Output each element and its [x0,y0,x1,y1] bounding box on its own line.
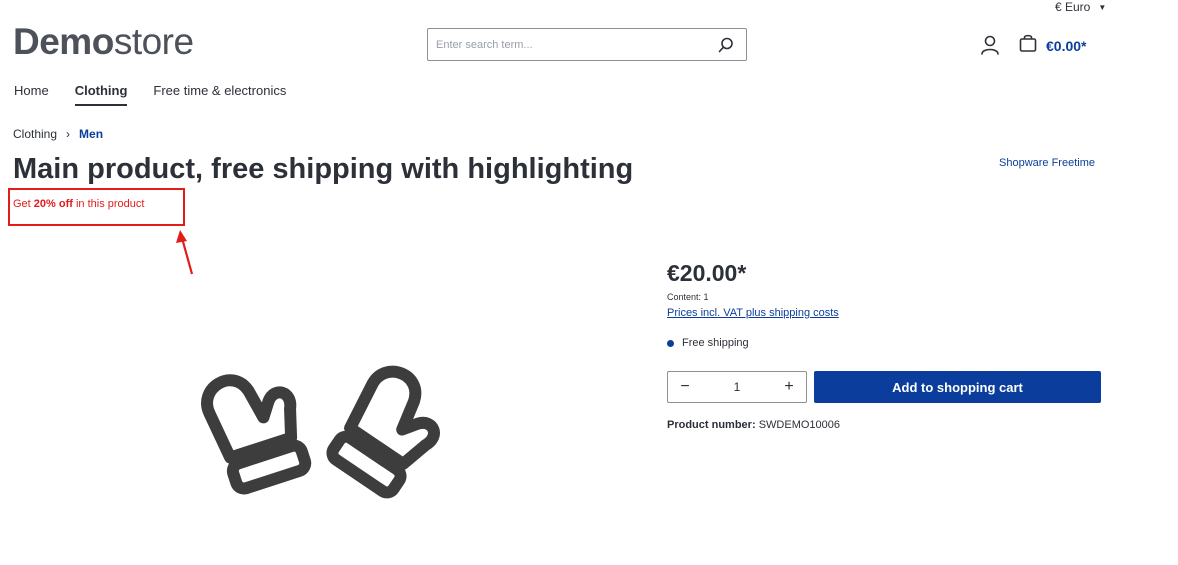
cart-total: €0.00* [1046,37,1087,54]
logo-bold: Demo [13,21,114,62]
delivery-info: Free shipping [667,337,749,349]
main-navigation: Home Clothing Free time & electronics [14,83,286,106]
currency-selector[interactable]: € Euro ▼ [1055,0,1106,14]
price-note-link[interactable]: Prices incl. VAT plus shipping costs [667,307,839,319]
nav-item-home[interactable]: Home [14,83,49,106]
annotation-arrow-icon [175,228,197,283]
product-price: €20.00* [667,260,747,286]
nav-item-clothing[interactable]: Clothing [74,83,128,106]
shipping-label: Free shipping [682,337,749,349]
chevron-right-icon: › [66,127,71,141]
product-number: Product number: SWDEMO10006 [667,419,840,431]
cart-button[interactable]: €0.00* [1018,33,1086,58]
promo-suffix: in this product [72,198,145,210]
breadcrumb-item-clothing[interactable]: Clothing [13,127,57,141]
search-input[interactable] [428,29,712,60]
promo-text: Get 20% off in this product [13,198,144,210]
cart-icon [1018,33,1038,58]
product-title: Main product, free shipping with highlig… [13,153,634,185]
add-to-cart-button[interactable]: Add to shopping cart [814,371,1101,403]
breadcrumb: Clothing › Men [13,127,103,141]
minus-icon[interactable]: − [678,379,692,395]
product-number-value: SWDEMO10006 [758,419,840,431]
quantity-stepper: − 1 + [667,371,807,403]
breadcrumb-item-men[interactable]: Men [79,127,103,141]
nav-item-free-time-electronics[interactable]: Free time & electronics [153,83,286,106]
promo-discount: 20% off [33,198,73,210]
logo-light: store [113,21,194,62]
search-box [427,28,747,61]
account-icon[interactable] [979,34,1001,56]
product-image-mittens-icon[interactable] [195,360,455,515]
promo-prefix: Get [13,198,34,210]
status-dot-icon [667,339,674,347]
plus-icon[interactable]: + [782,379,796,395]
currency-label: € Euro [1055,0,1091,14]
product-content: Content: 1 [667,292,709,302]
logo[interactable]: Demostore [13,22,194,62]
search-icon[interactable] [712,31,740,59]
quantity-value[interactable]: 1 [734,380,741,394]
product-number-label: Product number: [667,419,756,431]
caret-down-icon: ▼ [1098,2,1107,12]
manufacturer-link[interactable]: Shopware Freetime [999,157,1095,169]
